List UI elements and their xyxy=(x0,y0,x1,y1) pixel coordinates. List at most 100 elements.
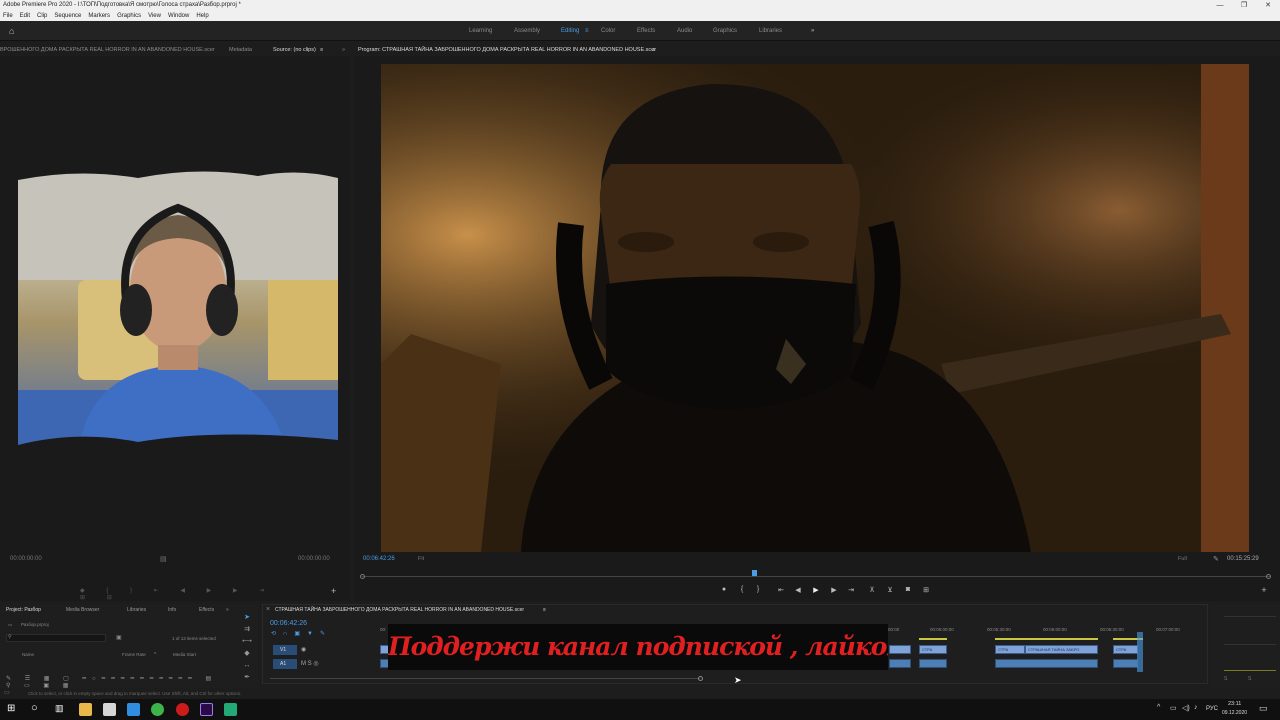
workspace-effects[interactable]: Effects xyxy=(637,28,655,34)
step-forward-icon[interactable]: ▶ xyxy=(828,586,840,594)
timeline-timecode[interactable]: 00:06:42:26 xyxy=(270,620,307,627)
toggle-track-output-icon[interactable]: ◉ xyxy=(301,646,306,653)
tab-libraries[interactable]: Libraries xyxy=(127,604,146,616)
menu-help[interactable]: Help xyxy=(196,11,208,21)
workspace-overflow[interactable]: » xyxy=(811,28,814,34)
column-name[interactable]: Name xyxy=(22,652,34,657)
track-a1-label[interactable]: A1 xyxy=(273,659,297,669)
program-menu-icon[interactable]: ≡ xyxy=(652,44,655,56)
program-fit-dropdown[interactable]: Fit xyxy=(418,556,424,562)
razor-tool-icon[interactable]: ◆ xyxy=(242,650,252,658)
column-media-start[interactable]: Media Start xyxy=(173,652,196,657)
workspace-learning[interactable]: Learning xyxy=(469,28,492,34)
scrub-end-handle[interactable] xyxy=(1266,574,1271,579)
lift-icon[interactable]: ⊼ xyxy=(866,586,878,594)
menu-window[interactable]: Window xyxy=(168,11,189,21)
maximize-button[interactable]: ❐ xyxy=(1232,0,1256,11)
clock-date[interactable]: 09.12.2020 xyxy=(1222,710,1247,716)
program-playhead[interactable] xyxy=(752,570,757,576)
clip-video-d[interactable]: СТРАШНАЯ ТАЙНА ЗАБРО xyxy=(1025,645,1098,654)
add-marker-icon[interactable]: ● xyxy=(718,586,730,593)
timeline-sequence-tab[interactable]: СТРАШНАЯ ТАЙНА ЗАБРОШЕННОГО ДОМА РАСКРЫТ… xyxy=(275,607,524,613)
extract-icon[interactable]: ⊻ xyxy=(884,586,896,594)
selection-tool-icon[interactable]: ➤ xyxy=(242,614,252,622)
close-button[interactable]: ✕ xyxy=(1256,0,1280,11)
menu-file[interactable]: File xyxy=(3,11,13,21)
menu-graphics[interactable]: Graphics xyxy=(117,11,141,21)
mark-out-icon[interactable]: } xyxy=(752,586,764,593)
task-view-icon[interactable]: ▥ xyxy=(55,703,64,714)
language-indicator[interactable]: РУС xyxy=(1206,706,1218,712)
meter-solo-left-icon[interactable]: S xyxy=(1224,676,1227,682)
minimize-button[interactable]: — xyxy=(1208,0,1232,11)
source-overflow[interactable]: » xyxy=(342,44,345,56)
slip-tool-icon[interactable]: ↔ xyxy=(242,662,252,670)
timeline-playhead[interactable] xyxy=(1137,632,1143,672)
menu-sequence[interactable]: Sequence xyxy=(54,11,81,21)
step-back-icon[interactable]: ◀ xyxy=(792,586,804,594)
search-circle-icon[interactable]: ○ xyxy=(31,702,38,714)
track-v1-label[interactable]: V1 xyxy=(273,645,297,655)
pen-tool-icon[interactable]: ✒ xyxy=(242,674,252,682)
clip-video-c[interactable]: СТРА xyxy=(995,645,1025,654)
mute-track-icon[interactable]: M S ◎ xyxy=(301,660,319,667)
export-frame-icon[interactable]: ◙ xyxy=(902,586,914,593)
source-add-button-icon[interactable]: + xyxy=(331,586,336,596)
tab-project[interactable]: Project: Разбор xyxy=(6,604,41,616)
project-search-input[interactable] xyxy=(6,634,106,642)
clock-time[interactable]: 23:11 xyxy=(1228,701,1241,707)
menu-markers[interactable]: Markers xyxy=(88,11,110,21)
new-bin-icon[interactable]: ▣ xyxy=(116,634,122,641)
clip-video-a[interactable] xyxy=(889,645,911,654)
menu-clip[interactable]: Clip xyxy=(37,11,47,21)
volume-icon[interactable]: ◁) xyxy=(1182,704,1190,712)
sort-icon[interactable]: ^ xyxy=(154,652,156,658)
timeline-zoom-bar[interactable] xyxy=(270,678,700,679)
mark-in-icon[interactable]: { xyxy=(736,586,748,593)
camtasia-icon[interactable] xyxy=(224,703,237,716)
source-settings-icon[interactable]: ▤ xyxy=(160,555,167,563)
workspace-audio[interactable]: Audio xyxy=(677,28,692,34)
tab-program[interactable]: Program: СТРАШНАЯ ТАЙНА ЗАБРОШЕННОГО ДОМ… xyxy=(358,44,656,56)
program-resolution-dropdown[interactable]: Full xyxy=(1178,556,1187,562)
file-explorer-icon[interactable] xyxy=(79,703,92,716)
mail-icon[interactable] xyxy=(127,703,140,716)
clip-audio-e[interactable] xyxy=(1113,659,1138,668)
windows-start-icon[interactable]: ⊞ xyxy=(7,703,15,714)
program-timecode-current[interactable]: 00:06:42:26 xyxy=(363,556,395,562)
tab-media-browser[interactable]: Media Browser xyxy=(66,604,99,616)
track-select-tool-icon[interactable]: ⇉ xyxy=(242,626,252,634)
workspace-editing[interactable]: Editing xyxy=(561,28,579,34)
opera-icon[interactable] xyxy=(176,703,189,716)
clip-video-b[interactable]: СТРА xyxy=(919,645,947,654)
workspace-color[interactable]: Color xyxy=(601,28,615,34)
tab-effect-controls[interactable]: ВРОШЕННОГО ДОМА РАСКРЫТА REAL HORROR IN … xyxy=(0,44,215,56)
clip-audio-a[interactable] xyxy=(889,659,911,668)
source-menu-icon[interactable]: ≡ xyxy=(320,44,323,56)
tray-chevron-icon[interactable]: ^ xyxy=(1157,704,1160,711)
workspace-assembly[interactable]: Assembly xyxy=(514,28,540,34)
project-overflow[interactable]: » xyxy=(226,604,229,616)
mic-icon[interactable]: ♪ xyxy=(1194,704,1198,711)
clip-audio-c[interactable] xyxy=(995,659,1098,668)
home-icon[interactable]: ⌂ xyxy=(9,26,14,36)
premiere-pro-icon[interactable] xyxy=(200,703,213,716)
workspace-libraries[interactable]: Libraries xyxy=(759,28,782,34)
timeline-close-icon[interactable]: × xyxy=(266,606,270,613)
clip-audio-b[interactable] xyxy=(919,659,947,668)
menu-view[interactable]: View xyxy=(148,11,161,21)
notifications-icon[interactable]: ▭ xyxy=(1259,703,1268,714)
store-icon[interactable] xyxy=(103,703,116,716)
scrub-start-handle[interactable] xyxy=(360,574,365,579)
program-add-button-icon[interactable]: + xyxy=(1258,585,1270,595)
ripple-edit-tool-icon[interactable]: ⟷ xyxy=(242,638,252,646)
tab-effects[interactable]: Effects xyxy=(199,604,214,616)
clip-video-e[interactable]: СТРА xyxy=(1113,645,1138,654)
network-icon[interactable]: ▭ xyxy=(1170,704,1177,712)
timeline-zoom-handle[interactable] xyxy=(698,676,703,681)
chrome-icon[interactable] xyxy=(151,703,164,716)
program-scrub-bar[interactable] xyxy=(362,576,1270,577)
go-to-in-icon[interactable]: ⇤ xyxy=(775,586,787,594)
tab-info[interactable]: Info xyxy=(168,604,176,616)
wrench-icon[interactable]: ✎ xyxy=(1213,555,1219,563)
